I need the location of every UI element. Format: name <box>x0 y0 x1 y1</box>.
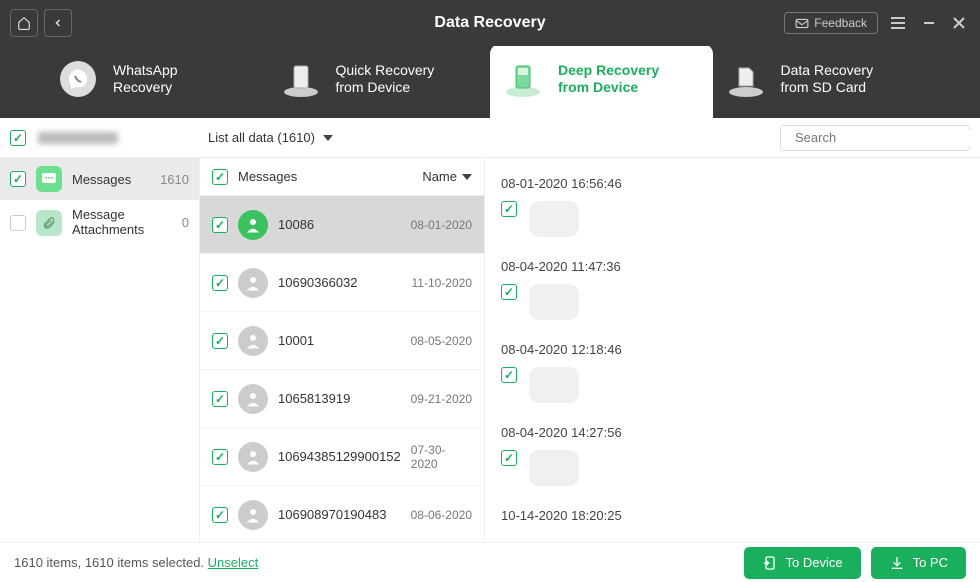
sidebar-item-attachments[interactable]: Message Attachments 0 <box>0 200 199 246</box>
thread-item[interactable]: 10086 08-01-2020 <box>200 196 484 254</box>
category-checkbox[interactable] <box>10 215 26 231</box>
thread-item[interactable]: 10001 08-05-2020 <box>200 312 484 370</box>
message-checkbox[interactable] <box>501 201 517 217</box>
mail-icon <box>795 18 809 29</box>
feedback-label: Feedback <box>814 16 867 30</box>
avatar <box>238 500 268 530</box>
to-device-icon <box>762 555 778 571</box>
message-timestamp: 08-04-2020 14:27:56 <box>485 417 980 444</box>
thread-name: 106908970190483 <box>278 507 386 522</box>
search-box[interactable] <box>780 125 970 151</box>
tab-deep-recovery[interactable]: Deep Recoveryfrom Device <box>490 44 713 118</box>
message-timestamp: 10-14-2020 18:20:25 <box>485 500 980 527</box>
close-button[interactable] <box>948 16 970 30</box>
thread-date: 09-21-2020 <box>411 392 472 406</box>
thread-date: 08-06-2020 <box>411 508 472 522</box>
feedback-button[interactable]: Feedback <box>784 12 878 34</box>
to-pc-button[interactable]: To PC <box>871 547 966 579</box>
thread-name: 10086 <box>278 217 314 232</box>
avatar <box>238 210 268 240</box>
thread-checkbox[interactable] <box>212 333 228 349</box>
message-bubble <box>529 201 579 237</box>
thread-date: 08-05-2020 <box>411 334 472 348</box>
tab-whatsapp-recovery[interactable]: WhatsAppRecovery <box>45 44 268 118</box>
thread-name: 10694385129900152 <box>278 449 401 464</box>
whatsapp-icon <box>55 56 101 102</box>
thread-date: 08-01-2020 <box>411 218 472 232</box>
message-checkbox[interactable] <box>501 284 517 300</box>
avatar <box>238 384 268 414</box>
thread-item[interactable]: 10694385129900152 07-30-2020 <box>200 428 484 486</box>
list-header: Messages Name <box>200 158 484 196</box>
list-title: Messages <box>238 169 297 184</box>
title-bar: Data Recovery Feedback <box>0 0 980 46</box>
menu-button[interactable] <box>886 16 910 30</box>
sidebar-label: Messages <box>72 172 150 187</box>
message-row <box>485 195 980 243</box>
thread-checkbox[interactable] <box>212 217 228 233</box>
thread-name: 10001 <box>278 333 314 348</box>
message-bubble <box>529 450 579 486</box>
message-checkbox[interactable] <box>501 367 517 383</box>
minimize-button[interactable] <box>918 16 940 30</box>
unselect-link[interactable]: Unselect <box>208 555 259 570</box>
message-row <box>485 278 980 326</box>
avatar <box>238 268 268 298</box>
sidebar-count: 0 <box>182 215 189 230</box>
category-checkbox[interactable] <box>10 171 26 187</box>
search-input[interactable] <box>795 130 971 145</box>
filter-dropdown[interactable]: List all data (1610) <box>208 130 333 145</box>
sidebar-item-messages[interactable]: Messages 1610 <box>0 158 199 200</box>
message-bubble <box>529 367 579 403</box>
to-device-button[interactable]: To Device <box>744 547 861 579</box>
select-all-threads-checkbox[interactable] <box>212 169 228 185</box>
sidebar-count: 1610 <box>160 172 189 187</box>
category-sidebar: Messages 1610 Message Attachments 0 <box>0 158 200 542</box>
tab-sd-recovery[interactable]: Data Recoveryfrom SD Card <box>713 44 936 118</box>
thread-item[interactable]: 1065813919 09-21-2020 <box>200 370 484 428</box>
thread-checkbox[interactable] <box>212 507 228 523</box>
message-timestamp: 08-04-2020 12:18:46 <box>485 334 980 361</box>
message-checkbox[interactable] <box>501 450 517 466</box>
tab-quick-recovery[interactable]: Quick Recoveryfrom Device <box>268 44 491 118</box>
toolbar: List all data (1610) <box>0 118 980 158</box>
thread-checkbox[interactable] <box>212 449 228 465</box>
page-title: Data Recovery <box>434 14 545 32</box>
thread-date: 07-30-2020 <box>411 443 472 471</box>
chevron-down-icon <box>323 135 333 141</box>
selection-status: 1610 items, 1610 items selected. Unselec… <box>14 555 258 570</box>
back-button[interactable] <box>44 9 72 37</box>
device-quick-icon <box>278 56 324 102</box>
messages-icon <box>36 166 62 192</box>
avatar <box>238 442 268 472</box>
device-name <box>38 132 118 144</box>
mode-tabs: WhatsAppRecovery Quick Recoveryfrom Devi… <box>0 46 980 118</box>
download-icon <box>889 555 905 571</box>
device-deep-icon <box>500 56 546 102</box>
chevron-down-icon <box>462 174 472 180</box>
select-all-checkbox[interactable] <box>10 130 26 146</box>
thread-date: 11-10-2020 <box>412 276 473 290</box>
home-button[interactable] <box>10 9 38 37</box>
message-bubble <box>529 284 579 320</box>
sd-card-icon <box>723 56 769 102</box>
message-timestamp: 08-04-2020 11:47:36 <box>485 251 980 278</box>
thread-item[interactable]: 10690366032 11-10-2020 <box>200 254 484 312</box>
thread-checkbox[interactable] <box>212 391 228 407</box>
thread-name: 1065813919 <box>278 391 350 406</box>
message-row <box>485 361 980 409</box>
attachments-icon <box>36 210 62 236</box>
thread-item[interactable]: 106908970190483 08-06-2020 <box>200 486 484 542</box>
thread-list: Messages Name 10086 08-01-2020 106903660… <box>200 158 485 542</box>
thread-checkbox[interactable] <box>212 275 228 291</box>
footer-bar: 1610 items, 1610 items selected. Unselec… <box>0 542 980 582</box>
message-timestamp: 08-01-2020 16:56:46 <box>485 168 980 195</box>
message-pane: 08-01-2020 16:56:46 08-04-2020 11:47:36 … <box>485 158 980 542</box>
sort-by-name[interactable]: Name <box>422 169 472 184</box>
thread-name: 10690366032 <box>278 275 358 290</box>
avatar <box>238 326 268 356</box>
sidebar-label: Message Attachments <box>72 208 172 238</box>
message-row <box>485 444 980 492</box>
